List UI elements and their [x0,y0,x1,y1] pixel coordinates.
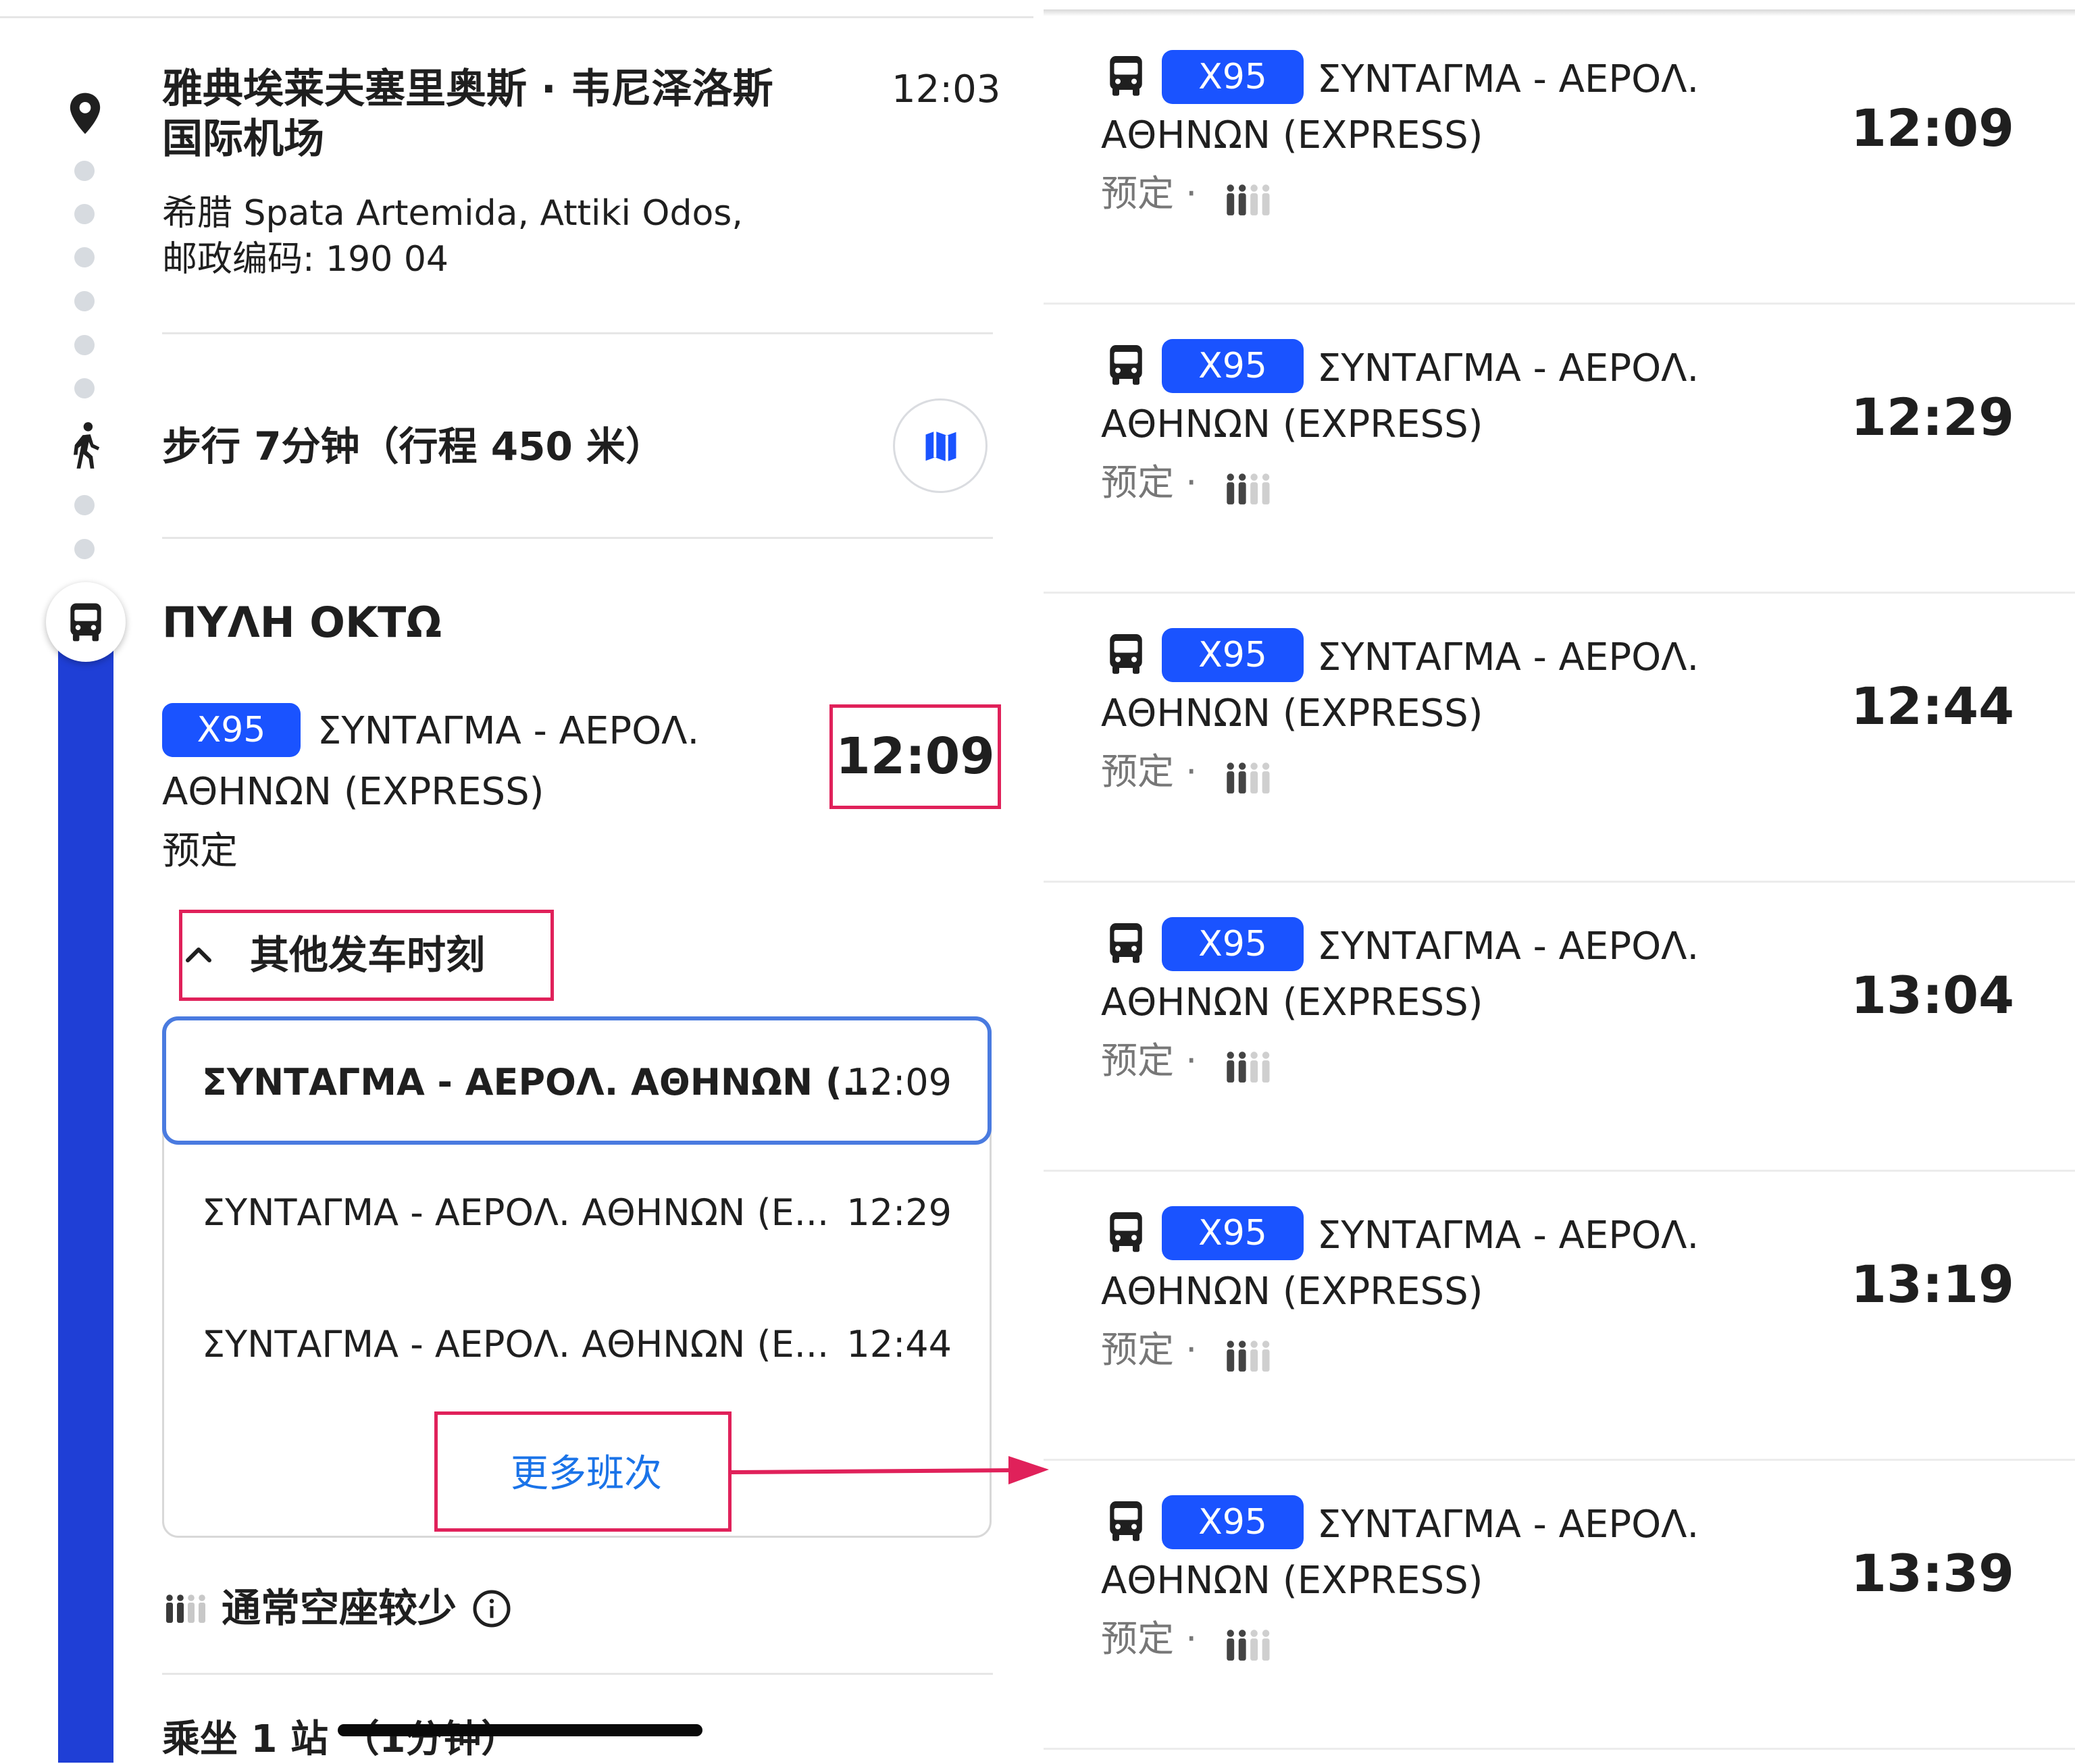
divider [162,537,993,539]
departure-card[interactable]: X95 ΣΥΝΤΑΓΜΑ - ΑΕΡΟΛ. ΑΘΗΝΩΝ (EXPRESS) 预… [1044,1459,2075,1750]
bus-icon [1110,1501,1142,1541]
address-line2: 邮政编码: 190 04 [162,239,449,280]
timeline-dot [74,495,95,515]
crowd-icon [1227,1052,1270,1083]
walk-text: 步行 7分钟（行程 450 米） [162,423,665,469]
destination-name-line2: 国际机场 [162,115,324,163]
timeline-dot [74,204,95,224]
route-chip: X95 [1162,339,1304,393]
route-name-line2: ΑΘΗΝΩΝ (EXPRESS) [1101,981,1483,1024]
bus-icon [1110,56,1142,96]
option-route-name: ΣΥΝΤΑΓΜΑ - ΑΕΡΟΛ. ΑΘΗΝΩΝ (E... [202,1191,829,1234]
crowd-icon [1227,1630,1270,1661]
bus-stop-marker [46,582,126,662]
schedule-status: 预定 · [1101,1328,1198,1371]
arrival-time: 12:03 [892,68,1001,111]
route-chip: X95 [1162,628,1304,682]
map-icon [925,431,956,462]
option-time: 12:29 [846,1191,952,1234]
crowd-icon [1227,473,1270,504]
crowd-icon [166,1594,205,1623]
divider [162,1673,993,1675]
route-chip: X95 [1162,1495,1304,1549]
departure-time: 12:09 [836,727,995,785]
highlight-box-toggle [179,910,554,1001]
route-name-line2: ΑΘΗΝΩΝ (EXPRESS) [162,770,544,814]
route-name-line1: ΣΥΝΤΑΓΜΑ - ΑΕΡΟΛ. [1317,635,1699,679]
home-indicator [338,1724,702,1736]
route-name-line1: ΣΥΝΤΑΓΜΑ - ΑΕΡΟΛ. [1317,925,1699,968]
bus-icon [1110,1212,1142,1252]
route-chip: X95 [1162,50,1304,104]
departure-card[interactable]: X95 ΣΥΝΤΑΓΜΑ - ΑΕΡΟΛ. ΑΘΗΝΩΝ (EXPRESS) 预… [1044,1170,2075,1461]
timeline-dot [74,335,95,355]
crowd-icon [1227,1341,1270,1372]
crowd-icon [1227,762,1270,794]
option-time: 12:09 [846,1061,952,1104]
schedule-status: 预定 [162,829,238,873]
route-name-line2: ΑΘΗΝΩΝ (EXPRESS) [1101,1559,1483,1603]
departure-time: 12:09 [1851,98,2014,158]
route-name-line2: ΑΘΗΝΩΝ (EXPRESS) [1101,403,1483,446]
departure-time: 12:44 [1851,676,2014,736]
departure-card[interactable]: X95 ΣΥΝΤΑΓΜΑ - ΑΕΡΟΛ. ΑΘΗΝΩΝ (EXPRESS) 预… [1044,303,2075,594]
dropdown-option[interactable]: ΣΥΝΤΑΓΜΑ - ΑΕΡΟΛ. ΑΘΗΝΩΝ (E... 12:44 [164,1280,990,1409]
timeline-dot [74,247,95,267]
transit-line [58,608,113,1763]
bus-icon [70,603,101,642]
departure-time: 13:39 [1851,1543,2014,1603]
dropdown-option[interactable]: ΣΥΝΤΑΓΜΑ - ΑΕΡΟΛ. ΑΘΗΝΩΝ (E... 12:29 [164,1149,990,1277]
map-button[interactable] [893,398,988,493]
departure-card[interactable]: X95 ΣΥΝΤΑΓΜΑ - ΑΕΡΟΛ. ΑΘΗΝΩΝ (EXPRESS) 预… [1044,592,2075,883]
walk-icon [74,422,100,469]
departure-time: 13:19 [1851,1254,2014,1314]
dropdown-option[interactable]: ΣΥΝΤΑΓΜΑ - ΑΕΡΟΛ. ΑΘΗΝΩΝ (... 12:09 [164,1018,990,1147]
timeline-dot [74,291,95,311]
route-name-line2: ΑΘΗΝΩΝ (EXPRESS) [1101,113,1483,157]
schedule-status: 预定 · [1101,461,1198,504]
info-icon[interactable] [471,1588,512,1629]
bus-icon [1110,634,1142,674]
pointer-arrow [732,1456,1049,1484]
route-name-line2: ΑΘΗΝΩΝ (EXPRESS) [1101,1270,1483,1314]
stop-name: ΠΥΛΗ ΟΚΤΩ [162,598,442,647]
left-panel: 雅典埃莱夫塞里奥斯 · 韦尼泽洛斯 国际机场 12:03 希腊 Spata Ar… [0,0,1049,1763]
option-time: 12:44 [846,1323,952,1366]
departure-card[interactable]: X95 ΣΥΝΤΑΓΜΑ - ΑΕΡΟΛ. ΑΘΗΝΩΝ (EXPRESS) 预… [1044,14,2075,305]
crowd-text: 通常空座较少 [222,1585,457,1631]
crowd-icon [1227,184,1270,215]
schedule-status: 预定 · [1101,750,1198,793]
timeline-dot [74,539,95,559]
location-pin-icon [70,93,101,134]
divider [162,332,993,334]
departure-time: 12:29 [1851,387,2014,447]
route-chip: X95 [1162,917,1304,971]
address-line1: 希腊 Spata Artemida, Attiki Odos, [162,193,743,234]
route-name-line1: ΣΥΝΤΑΓΜΑ - ΑΕΡΟΛ. [317,709,700,753]
departure-card[interactable]: X95 ΣΥΝΤΑΓΜΑ - ΑΕΡΟΛ. ΑΘΗΝΩΝ (EXPRESS) 预… [1044,881,2075,1172]
route-name-line1: ΣΥΝΤΑΓΜΑ - ΑΕΡΟΛ. [1317,346,1699,390]
route-name-line2: ΑΘΗΝΩΝ (EXPRESS) [1101,692,1483,735]
timeline-dot [74,161,95,181]
ride-text: 乘坐 1 站 （1分钟） [162,1717,519,1761]
route-chip: X95 [162,703,301,757]
departure-time: 13:04 [1851,965,2014,1025]
bus-icon [1110,345,1142,385]
option-route-name: ΣΥΝΤΑΓΜΑ - ΑΕΡΟΛ. ΑΘΗΝΩΝ (... [202,1061,884,1104]
highlight-box-more [434,1411,732,1532]
schedule-status: 预定 · [1101,1617,1198,1660]
route-chip: X95 [1162,1206,1304,1260]
route-name-line1: ΣΥΝΤΑΓΜΑ - ΑΕΡΟΛ. [1317,1214,1699,1257]
option-route-name: ΣΥΝΤΑΓΜΑ - ΑΕΡΟΛ. ΑΘΗΝΩΝ (E... [202,1323,829,1366]
schedule-status: 预定 · [1101,1039,1198,1082]
bus-icon [1110,923,1142,963]
timeline-dot [74,378,95,398]
top-divider [0,16,1033,18]
route-name-line1: ΣΥΝΤΑΓΜΑ - ΑΕΡΟΛ. [1317,57,1699,101]
destination-name-line1: 雅典埃莱夫塞里奥斯 · 韦尼泽洛斯 [162,66,773,113]
route-name-line1: ΣΥΝΤΑΓΜΑ - ΑΕΡΟΛ. [1317,1503,1699,1547]
schedule-status: 预定 · [1101,172,1198,215]
